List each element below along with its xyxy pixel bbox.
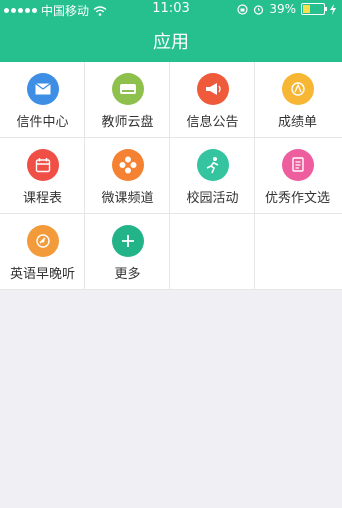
grade-report-icon — [282, 73, 314, 105]
app-tile-grade-report[interactable]: 成绩单 — [255, 62, 342, 138]
app-tile-campus-events[interactable]: 校园活动 — [170, 138, 255, 214]
app-tile-teacher-cloud[interactable]: 教师云盘 — [85, 62, 170, 138]
app-label: 课程表 — [22, 191, 62, 206]
app-tile-micro-course[interactable]: 微课频道 — [85, 138, 170, 214]
app-label: 教师云盘 — [101, 115, 154, 130]
app-label: 英语早晚听 — [9, 267, 75, 282]
rotation-lock-icon — [237, 3, 248, 15]
running-person-icon — [197, 149, 229, 181]
cloud-drive-icon — [112, 73, 144, 105]
app-label: 微课频道 — [101, 191, 154, 206]
battery-icon — [301, 3, 327, 15]
app-label: 信件中心 — [16, 115, 69, 130]
calendar-icon — [27, 149, 59, 181]
app-tile-timetable[interactable]: 课程表 — [0, 138, 85, 214]
app-grid: 信件中心 教师云盘 信息公告 成绩单 课程表 微课频道 校园活动 优秀作文选 英… — [0, 62, 342, 290]
app-tile-essays[interactable]: 优秀作文选 — [255, 138, 342, 214]
charging-bolt-icon — [330, 3, 336, 15]
app-header: 中国移动 11:03 39% 应用 — [0, 0, 342, 62]
video-channel-icon — [112, 149, 144, 181]
app-label: 优秀作文选 — [264, 191, 330, 206]
app-tile-more[interactable]: 更多 — [85, 214, 170, 290]
app-label: 成绩单 — [277, 115, 317, 130]
alarm-icon — [254, 4, 264, 15]
empty-tile — [255, 214, 342, 290]
app-label: 更多 — [114, 267, 141, 282]
empty-tile — [170, 214, 255, 290]
status-right: 39% — [237, 2, 336, 16]
app-label: 校园活动 — [186, 191, 239, 206]
app-tile-mail-center[interactable]: 信件中心 — [0, 62, 85, 138]
status-bar: 中国移动 11:03 39% — [0, 0, 342, 20]
document-icon — [282, 149, 314, 181]
app-label: 信息公告 — [186, 115, 239, 130]
battery-percent: 39% — [269, 2, 296, 16]
audio-disc-icon — [27, 225, 59, 257]
envelope-icon — [27, 73, 59, 105]
app-tile-announcements[interactable]: 信息公告 — [170, 62, 255, 138]
plus-icon — [112, 225, 144, 257]
app-tile-english-listening[interactable]: 英语早晚听 — [0, 214, 85, 290]
page-title: 应用 — [153, 32, 189, 53]
megaphone-icon — [197, 73, 229, 105]
